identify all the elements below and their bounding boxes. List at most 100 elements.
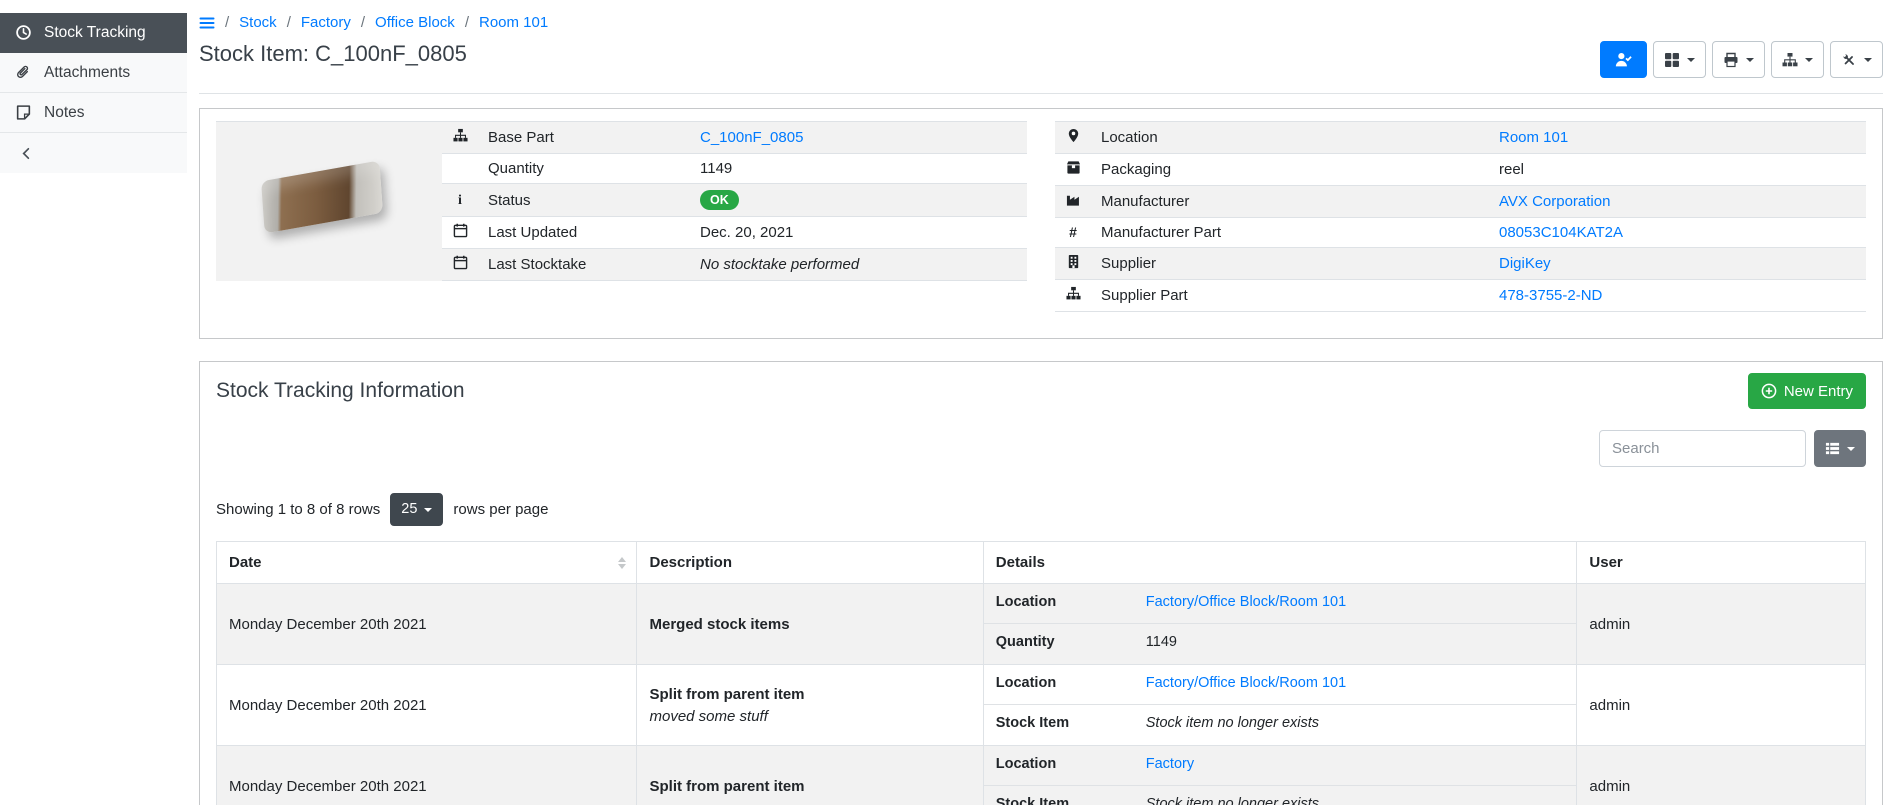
detail-row-packaging: Packaging reel <box>1055 154 1866 186</box>
sidebar-item-stock-tracking[interactable]: Stock Tracking <box>0 13 187 53</box>
caret-down-icon <box>424 508 432 512</box>
box-icon <box>1066 160 1081 175</box>
tracking-description: Merged stock items <box>649 616 970 633</box>
sitemap-icon <box>453 128 468 143</box>
caret-down-icon <box>1847 447 1855 451</box>
location-link[interactable]: Factory/Office Block/Room 101 <box>1146 675 1346 691</box>
detail-entry: Stock Item Stock item no longer exists <box>984 705 1577 745</box>
map-marker-icon <box>1066 128 1081 143</box>
sitemap-icon <box>1782 52 1798 68</box>
last-updated-value: Dec. 20, 2021 <box>690 217 1027 249</box>
detail-label: Location <box>1091 122 1489 154</box>
caret-down-icon <box>1687 58 1695 62</box>
column-header-details[interactable]: Details <box>983 542 1577 584</box>
rows-per-page-label: rows per page <box>453 501 548 518</box>
detail-row-base-part: Base Part C_100nF_0805 <box>216 122 1027 154</box>
stock-actions-dropdown-button[interactable] <box>1771 41 1824 78</box>
sort-icon[interactable] <box>618 557 626 569</box>
manufacturer-link[interactable]: AVX Corporation <box>1499 193 1610 210</box>
detail-label: Supplier <box>1091 248 1489 280</box>
building-icon <box>1066 254 1081 269</box>
industry-icon <box>1066 192 1081 207</box>
detail-entry: Location Factory <box>984 746 1577 786</box>
breadcrumb-link-factory[interactable]: Factory <box>301 14 351 31</box>
table-controls <box>200 418 1882 467</box>
pagination-info: Showing 1 to 8 of 8 rows 25 rows per pag… <box>200 467 1882 526</box>
options-dropdown-button[interactable] <box>1653 41 1706 78</box>
breadcrumb-link-office-block[interactable]: Office Block <box>375 14 455 31</box>
tracking-row: Monday December 20th 2021 Split from par… <box>217 746 1866 805</box>
grid-icon <box>1664 52 1680 68</box>
detail-entry: Quantity 1149 <box>984 624 1577 664</box>
list-icon <box>1825 441 1840 456</box>
detail-label: Supplier Part <box>1091 280 1489 312</box>
tracking-panel-title: Stock Tracking Information <box>216 379 465 403</box>
menu-toggle-button[interactable] <box>199 15 215 31</box>
packaging-value: reel <box>1489 154 1866 186</box>
detail-row-supplier: Supplier DigiKey <box>1055 248 1866 280</box>
location-link[interactable]: Factory/Office Block/Room 101 <box>1146 594 1346 610</box>
detail-row-supplier-part: Supplier Part 478-3755-2-ND <box>1055 280 1866 312</box>
detail-entry: Location Factory/Office Block/Room 101 <box>984 665 1577 705</box>
capacitor-image <box>216 131 436 271</box>
location-link[interactable]: Room 101 <box>1499 129 1568 146</box>
note-icon <box>14 104 32 121</box>
page-title: Stock Item: C_100nF_0805 <box>199 41 467 67</box>
search-input[interactable] <box>1599 430 1806 467</box>
manufacturer-part-link[interactable]: 08053C104KAT2A <box>1499 224 1623 241</box>
detail-entry: Stock Item Stock item no longer exists <box>984 786 1577 805</box>
location-link[interactable]: Factory <box>1146 756 1194 772</box>
tools-icon <box>1841 52 1857 68</box>
new-entry-button[interactable]: New Entry <box>1748 373 1866 409</box>
detail-row-manufacturer: Manufacturer AVX Corporation <box>1055 186 1866 218</box>
edit-actions-dropdown-button[interactable] <box>1830 41 1883 78</box>
plus-circle-icon <box>1761 383 1777 399</box>
part-thumbnail[interactable] <box>216 122 442 281</box>
stock-item-details-panel: Base Part C_100nF_0805 Quantity 1149 i S… <box>199 108 1883 339</box>
breadcrumb-link-stock[interactable]: Stock <box>239 14 277 31</box>
detail-label: Quantity <box>478 154 690 184</box>
calendar-icon <box>453 255 468 270</box>
column-header-description[interactable]: Description <box>637 542 983 584</box>
sidebar-collapse-button[interactable] <box>0 133 187 173</box>
page-size-dropdown-button[interactable]: 25 <box>390 493 443 526</box>
tracking-user: admin <box>1577 584 1866 665</box>
user-actions-button[interactable] <box>1600 41 1647 78</box>
print-actions-dropdown-button[interactable] <box>1712 41 1765 78</box>
hashtag-icon: # <box>1069 224 1077 240</box>
caret-down-icon <box>1864 58 1872 62</box>
supplier-link[interactable]: DigiKey <box>1499 255 1551 272</box>
tracking-row: Monday December 20th 2021 Merged stock i… <box>217 584 1866 665</box>
action-toolbar <box>1600 41 1883 78</box>
detail-row-manufacturer-part: # Manufacturer Part 08053C104KAT2A <box>1055 218 1866 248</box>
tracking-user: admin <box>1577 665 1866 746</box>
column-header-user[interactable]: User <box>1577 542 1866 584</box>
detail-label: Packaging <box>1091 154 1489 186</box>
breadcrumb-separator: / <box>225 14 229 31</box>
detail-label: Manufacturer <box>1091 186 1489 218</box>
detail-label: Manufacturer Part <box>1091 218 1489 248</box>
column-header-date[interactable]: Date <box>217 542 637 584</box>
base-part-link[interactable]: C_100nF_0805 <box>700 129 803 146</box>
detail-label: Last Stocktake <box>478 249 690 281</box>
sidebar-item-notes[interactable]: Notes <box>0 93 187 133</box>
status-badge: OK <box>700 190 739 210</box>
hamburger-icon <box>199 15 215 31</box>
new-entry-label: New Entry <box>1784 384 1853 399</box>
history-icon <box>14 24 32 41</box>
breadcrumb-link-room-101[interactable]: Room 101 <box>479 14 548 31</box>
tracking-panel-header: Stock Tracking Information New Entry <box>200 362 1882 418</box>
stock-item-status: Stock item no longer exists <box>1146 715 1319 731</box>
paperclip-icon <box>14 64 32 81</box>
showing-text: Showing 1 to 8 of 8 rows <box>216 501 380 518</box>
stock-item-status: Stock item no longer exists <box>1146 796 1319 805</box>
supplier-part-link[interactable]: 478-3755-2-ND <box>1499 287 1602 304</box>
caret-down-icon <box>1805 58 1813 62</box>
supplier-summary-table: Location Room 101 Packaging reel <box>1055 121 1866 312</box>
sidebar-item-attachments[interactable]: Attachments <box>0 53 187 93</box>
quantity-value: 1149 <box>690 154 1027 184</box>
tracking-table-wrap: Date Description Details User Monday Dec… <box>200 526 1882 805</box>
columns-dropdown-button[interactable] <box>1814 430 1866 467</box>
user-check-icon <box>1615 51 1632 68</box>
page-size-value: 25 <box>401 502 417 517</box>
